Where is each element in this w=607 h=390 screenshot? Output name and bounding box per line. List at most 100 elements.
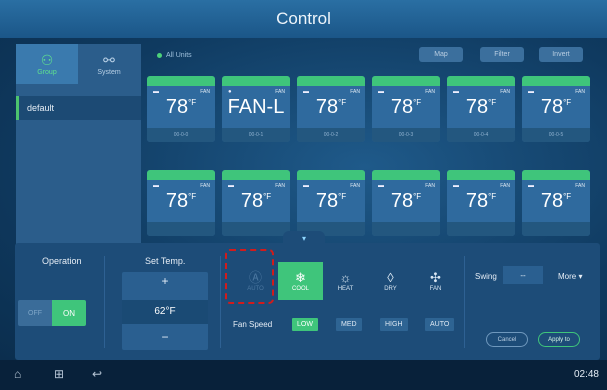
unit-temp-value: 78 (240, 190, 264, 212)
fan-speed-high-button[interactable]: HIGH (380, 318, 408, 331)
home-icon[interactable]: ⌂ (14, 367, 21, 381)
unit-status-bar (222, 170, 290, 180)
unit-temp: FAN-L (222, 96, 290, 119)
more-dropdown[interactable]: More ▾ (558, 272, 582, 281)
unit-temp: 78°F (447, 96, 515, 119)
unit-fan-label: FAN (350, 183, 360, 189)
divider (220, 256, 221, 348)
fan-speed-med-button[interactable]: MED (336, 318, 362, 331)
unit-fan-label: FAN (500, 89, 510, 95)
unit-status-bar (372, 76, 440, 86)
unit-body: ● FAN FAN-L (222, 86, 290, 128)
unit-tile[interactable]: ▬ FAN 78°F (297, 170, 365, 236)
tab-group[interactable]: ⚇ Group (16, 44, 78, 84)
operation-toggle[interactable]: OFF ON (18, 300, 86, 326)
set-temp-title: Set Temp. (145, 256, 186, 266)
filter-button-label: Filter (494, 51, 510, 58)
mode-fan-button[interactable]: ✣ FAN (413, 262, 458, 300)
unit-temp-unit: °F (188, 192, 197, 201)
back-icon[interactable]: ↩ (92, 367, 102, 381)
unit-fan-label: FAN (500, 183, 510, 189)
unit-tile[interactable]: ▬ FAN 78°F (372, 170, 440, 236)
mode-fan-label: FAN (429, 286, 442, 292)
unit-tile[interactable]: ▬ FAN 78°F 00-0-5 (522, 76, 590, 142)
unit-tile[interactable]: ● FAN FAN-L 00-0-1 (222, 76, 290, 142)
unit-temp-unit: °F (563, 192, 572, 201)
unit-body: ▬ FAN 78°F (447, 180, 515, 222)
unit-temp-unit: °F (338, 192, 347, 201)
fan-speed-low-button[interactable]: LOW (292, 318, 318, 331)
unit-tile[interactable]: ▬ FAN 78°F (447, 170, 515, 236)
unit-temp-value: 78 (315, 96, 339, 118)
apply-to-button[interactable]: Apply to (538, 332, 580, 347)
unit-address: 00-0-3 (372, 128, 440, 142)
unit-address: 00-0-1 (222, 128, 290, 142)
unit-temp-unit: °F (488, 98, 497, 107)
mode-dry-button[interactable]: ◊ DRY (368, 262, 413, 300)
unit-tile[interactable]: ▬ FAN 78°F 00-0-4 (447, 76, 515, 142)
map-button-label: Map (434, 51, 448, 58)
unit-address (447, 222, 515, 236)
unit-temp-value: 78 (390, 96, 414, 118)
unit-address (372, 222, 440, 236)
collapse-panel-button[interactable]: ▾ (283, 231, 325, 245)
unit-temp-unit: °F (413, 98, 422, 107)
grid-icon[interactable]: ⊞ (54, 367, 64, 381)
divider (104, 256, 105, 348)
unit-status-bar (522, 76, 590, 86)
unit-temp: 78°F (222, 190, 290, 213)
unit-tile[interactable]: ▬ FAN 78°F (522, 170, 590, 236)
group-icon: ⚇ (40, 51, 54, 68)
unit-body: ▬ FAN 78°F (297, 180, 365, 222)
cool-mode-icon: ▬ (453, 89, 459, 95)
invert-button[interactable]: Invert (539, 47, 583, 62)
unit-status-bar (222, 76, 290, 86)
all-units-filter[interactable]: All Units (157, 52, 192, 59)
sidebar-tabs: ⚇ Group ⚯ System (16, 44, 141, 84)
map-button[interactable]: Map (419, 47, 463, 62)
unit-fan-label: FAN (275, 183, 285, 189)
unit-tile[interactable]: ▬ FAN 78°F 00-0-0 (147, 76, 215, 142)
unit-body: ▬ FAN 78°F (297, 86, 365, 128)
system-icon: ⚯ (103, 51, 115, 68)
fan-speed-auto-button[interactable]: AUTO (425, 318, 455, 331)
cool-mode-icon: ▬ (528, 89, 534, 95)
status-dot (157, 52, 162, 58)
unit-temp-value: 78 (540, 96, 564, 118)
operation-off-label: OFF (28, 309, 42, 317)
unit-temp: 78°F (522, 96, 590, 119)
unit-status-bar (297, 76, 365, 86)
unit-temp-unit: °F (563, 98, 572, 107)
unit-tile[interactable]: ▬ FAN 78°F (147, 170, 215, 236)
cool-mode-icon: ▬ (153, 89, 159, 95)
unit-body: ▬ FAN 78°F (147, 180, 215, 222)
unit-temp: 78°F (147, 96, 215, 119)
sidebar-item-default[interactable]: default (16, 96, 141, 120)
cool-mode-icon: ▬ (303, 89, 309, 95)
tab-system[interactable]: ⚯ System (78, 44, 140, 84)
unit-temp-unit: °F (188, 98, 197, 107)
temp-up-button[interactable]: + (122, 274, 208, 288)
unit-temp: 78°F (372, 96, 440, 119)
droplet-icon: ◊ (387, 270, 394, 285)
sidebar-item-label: default (27, 103, 55, 113)
operation-on-button[interactable]: ON (52, 300, 86, 326)
unit-tile[interactable]: ▬ FAN 78°F 00-0-3 (372, 76, 440, 142)
unit-temp-value: 78 (165, 190, 189, 212)
title-bar: Control (0, 0, 607, 38)
unit-tile[interactable]: ▬ FAN 78°F 00-0-2 (297, 76, 365, 142)
unit-tile[interactable]: ▬ FAN 78°F (222, 170, 290, 236)
swing-select[interactable]: -- (503, 266, 543, 284)
operation-off-button[interactable]: OFF (18, 300, 52, 326)
mode-cool-label: COOL (291, 286, 309, 292)
temp-down-button[interactable]: − (122, 330, 208, 344)
unit-fan-label: FAN (425, 89, 435, 95)
unit-fan-label: FAN (350, 89, 360, 95)
cancel-button[interactable]: Cancel (486, 332, 528, 347)
tab-group-label: Group (37, 68, 57, 76)
filter-button[interactable]: Filter (480, 47, 524, 62)
units-header: All Units Map Filter Invert (147, 44, 587, 66)
mode-heat-button[interactable]: ☼ HEAT (323, 262, 368, 300)
mode-cool-button[interactable]: ❄ COOL (278, 262, 323, 300)
unit-temp-unit: °F (488, 192, 497, 201)
